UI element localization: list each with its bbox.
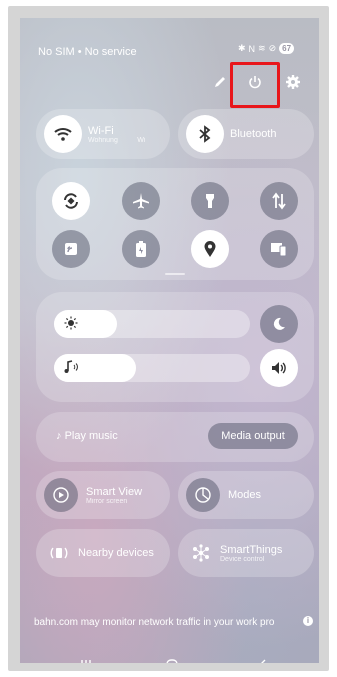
gear-icon[interactable] <box>281 70 305 94</box>
dnd-status-icon: ⊘ <box>268 43 277 53</box>
smart-view-icon <box>44 478 78 512</box>
quick-panel: No SIM • No service ✱ N ≋ ⊘ 67 Wi-Fi Woh… <box>20 18 319 663</box>
wifi-icon <box>44 115 82 153</box>
sun-icon <box>64 316 78 335</box>
nearby-devices-tile[interactable]: Nearby devices <box>36 529 170 577</box>
nearby-devices-icon <box>44 538 74 568</box>
drag-handle[interactable] <box>165 273 185 275</box>
play-music-label: Play music <box>64 430 118 442</box>
smartthings-tile[interactable]: SmartThings Device control <box>178 529 314 577</box>
smart-view-tile[interactable]: Smart View Mirror screen <box>36 471 170 519</box>
network-monitoring-text: bahn.com may monitor network traffic in … <box>34 617 275 628</box>
nfc-icon[interactable] <box>52 230 90 268</box>
auto-rotate-icon[interactable] <box>52 182 90 220</box>
network-monitoring-notice[interactable]: bahn.com may monitor network traffic in … <box>34 617 316 628</box>
pencil-icon[interactable] <box>208 70 232 94</box>
back-icon[interactable] <box>256 658 270 663</box>
wifi-label: Wi-Fi <box>88 124 114 137</box>
carrier-status: No SIM • No service <box>38 46 137 58</box>
brightness-slider[interactable] <box>54 310 250 338</box>
volume-slider[interactable] <box>54 354 250 382</box>
screen-mirror-icon[interactable] <box>260 230 298 268</box>
wifi-toggle[interactable]: Wi-Fi Wohnung Wi <box>36 109 170 159</box>
mobile-data-icon[interactable] <box>260 182 298 220</box>
recents-icon[interactable] <box>79 658 93 663</box>
info-icon[interactable]: i <box>303 616 313 626</box>
wifi-network: Wohnung Wi <box>88 136 146 144</box>
smart-view-label: Smart View <box>86 485 143 498</box>
smartthings-icon <box>186 538 216 568</box>
modes-label: Modes <box>228 489 262 501</box>
nfc-status-icon: N <box>248 43 256 54</box>
music-note-small-icon: ♪ <box>56 430 62 442</box>
play-music-button[interactable]: ♪ Play music <box>56 430 118 442</box>
speaker-icon[interactable] <box>260 349 298 387</box>
music-note-icon <box>63 359 81 380</box>
moon-icon[interactable] <box>260 305 298 343</box>
bluetooth-toggle[interactable]: Bluetooth <box>178 109 314 159</box>
location-icon[interactable] <box>191 230 229 268</box>
smartthings-sub: Device control <box>220 555 265 563</box>
home-icon[interactable] <box>165 658 179 663</box>
smartthings-label: SmartThings <box>220 543 283 556</box>
smart-view-sub: Mirror screen <box>86 497 128 505</box>
battery-saver-icon[interactable] <box>122 230 160 268</box>
highlight-box <box>230 62 280 108</box>
media-output-button[interactable]: Media output <box>208 423 298 449</box>
bluetooth-icon <box>186 115 224 153</box>
modes-tile[interactable]: Modes <box>178 471 314 519</box>
nearby-devices-label: Nearby devices <box>78 547 154 559</box>
flashlight-icon[interactable] <box>191 182 229 220</box>
status-icons: ✱ N ≋ ⊘ 67 <box>238 43 295 54</box>
modes-icon <box>186 478 220 512</box>
bluetooth-label: Bluetooth <box>230 128 277 140</box>
battery-icon: 67 <box>279 43 295 54</box>
bluetooth-status-icon: ✱ <box>238 43 246 53</box>
wifi-status-icon: ≋ <box>258 43 266 53</box>
airplane-icon[interactable] <box>122 182 160 220</box>
